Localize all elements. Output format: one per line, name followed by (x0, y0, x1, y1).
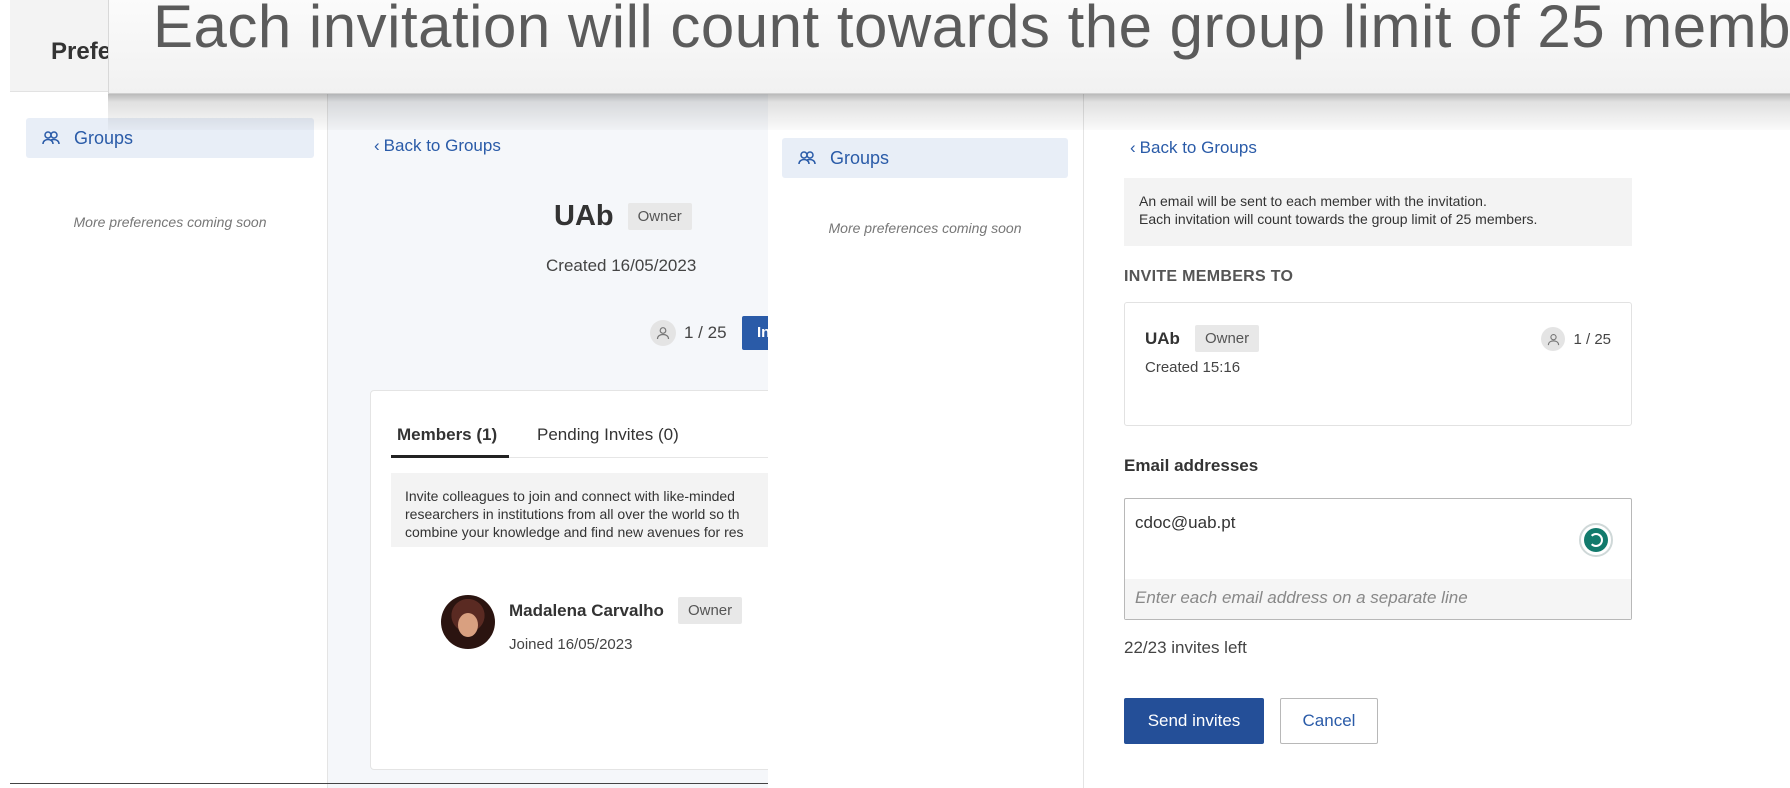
users-icon (798, 149, 816, 167)
notice-line: An email will be sent to each member wit… (1139, 193, 1487, 209)
info-line: researchers in institutions from all ove… (405, 506, 740, 522)
invitation-notice: An email will be sent to each member wit… (1124, 178, 1632, 246)
invite-members-form: ‹ Back to Groups An email will be sent t… (1084, 92, 1790, 788)
chevron-left-icon: ‹ (374, 136, 380, 155)
info-line: combine your knowledge and find new aven… (405, 524, 744, 540)
members-card: Members (1) Pending Invites (0) Invite c… (370, 390, 768, 770)
email-entry: cdoc@uab.pt (1135, 513, 1236, 532)
bg-group-detail: ‹ Back to Groups UAb Owner Created 16/05… (328, 92, 768, 788)
email-addresses-label: Email addresses (1124, 456, 1259, 475)
member-count-value: 1 / 25 (684, 323, 727, 342)
invite-button[interactable]: In (742, 316, 768, 350)
screen: Prefe Groups More preferences coming soo… (0, 0, 1790, 788)
chevron-left-icon: ‹ (1130, 138, 1136, 157)
back-link-label: Back to Groups (1139, 138, 1257, 157)
owner-badge: Owner (627, 203, 692, 230)
person-icon (650, 320, 676, 346)
tab-members[interactable]: Members (1) (397, 425, 497, 445)
person-icon (1541, 327, 1566, 351)
notice-line: Each invitation will count towards the g… (1139, 211, 1538, 227)
group-title: UAb Owner (554, 200, 692, 233)
group-created-date: Created 16/05/2023 (546, 256, 697, 275)
group-name: UAb (554, 200, 614, 232)
sidebar-item-label: Groups (74, 127, 134, 148)
sidebar-item-groups[interactable]: Groups (782, 138, 1068, 178)
info-line: Invite colleagues to join and connect wi… (405, 488, 735, 504)
group-created-time: Created 15:16 (1145, 359, 1241, 376)
tab-pending-invites[interactable]: Pending Invites (0) (537, 425, 679, 445)
bg-sidebar: Groups More preferences coming soon (0, 92, 328, 788)
member-count: 1 / 25 (1541, 327, 1611, 351)
banner-shadow (108, 90, 1790, 130)
users-icon (42, 129, 60, 147)
coming-soon-note: More preferences coming soon (73, 214, 267, 230)
section-heading: INVITE MEMBERS TO (1124, 268, 1294, 285)
cancel-button[interactable]: Cancel (1280, 698, 1378, 744)
zoomed-tooltip-banner: Each invitation will count towards the g… (108, 0, 1790, 94)
group-card: UAb Owner Created 15:16 1 / 25 (1124, 302, 1632, 426)
sidebar-item-label: Groups (830, 147, 890, 168)
back-to-groups-link[interactable]: ‹ Back to Groups (1130, 138, 1257, 158)
divider (10, 783, 768, 784)
invites-left-counter: 22/23 invites left (1124, 638, 1247, 657)
invite-info-box: Invite colleagues to join and connect wi… (391, 473, 768, 547)
page-title: Prefe (51, 38, 112, 65)
invite-members-window: Groups More preferences coming soon ‹ Ba… (768, 92, 1790, 788)
member-row: Madalena Carvalho Owner Joined 16/05/202… (441, 595, 743, 653)
send-invites-button[interactable]: Send invites (1124, 698, 1264, 744)
group-name: UAb (1145, 328, 1180, 348)
fg-sidebar: Groups More preferences coming soon (768, 92, 1084, 788)
email-addresses-textarea[interactable]: cdoc@uab.pt Enter each email address on … (1124, 498, 1632, 620)
member-count: 1 / 25 (650, 320, 727, 346)
coming-soon-note: More preferences coming soon (828, 220, 1022, 236)
owner-badge: Owner (677, 597, 743, 624)
avatar (441, 595, 495, 649)
banner-text: Each invitation will count towards the g… (153, 0, 1790, 60)
back-to-groups-link[interactable]: ‹ Back to Groups (374, 136, 501, 156)
owner-badge: Owner (1194, 325, 1260, 352)
member-count-value: 1 / 25 (1573, 330, 1611, 348)
back-link-label: Back to Groups (383, 136, 501, 155)
active-tab-indicator (391, 455, 509, 458)
member-joined-date: Joined 16/05/2023 (509, 636, 633, 653)
loading-spinner-icon (1579, 523, 1613, 557)
member-name: Madalena Carvalho (509, 600, 664, 620)
email-placeholder[interactable]: Enter each email address on a separate l… (1125, 579, 1631, 619)
